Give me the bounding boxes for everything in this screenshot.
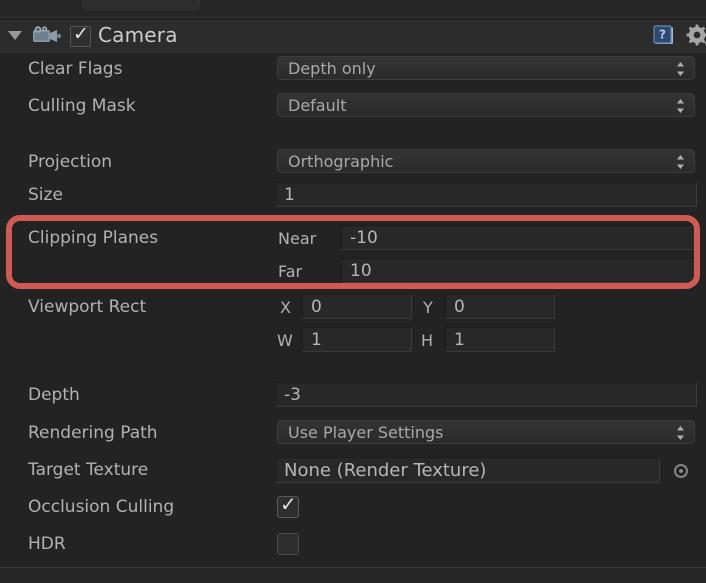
label-depth: Depth [28,385,80,405]
panel-top-strip [0,0,706,17]
object-picker-icon[interactable] [673,463,689,479]
row-size: Size 1 [0,182,706,208]
label-hdr: HDR [28,534,66,554]
clipping-far-value: 10 [350,261,372,281]
clipping-near-input[interactable]: -10 [341,225,697,250]
help-book-icon[interactable]: ? [652,24,676,48]
label-viewport-w: W [277,331,293,350]
label-clipping-planes: Clipping Planes [28,228,159,248]
viewport-y-value: 0 [454,297,465,317]
panel-bottom-strip [0,568,706,583]
row-clipping-planes-far: Far 10 [0,258,706,285]
label-near: Near [278,229,317,248]
label-size: Size [28,185,63,205]
top-divider [0,17,706,19]
row-culling-mask: Culling Mask Default [0,93,706,119]
clear-flags-dropdown[interactable]: Depth only [277,56,695,80]
size-input[interactable]: 1 [275,182,697,207]
chevron-updown-icon [677,99,684,113]
svg-text:?: ? [659,28,666,42]
row-hdr: HDR [0,533,706,557]
chevron-updown-icon [677,155,684,169]
label-viewport-h: H [421,331,434,350]
label-target-texture: Target Texture [28,460,149,480]
row-target-texture: Target Texture None (Render Texture) [0,457,706,485]
viewport-w-value: 1 [311,330,322,350]
row-occlusion-culling: Occlusion Culling ✓ [0,492,706,520]
rendering-path-value: Use Player Settings [288,423,444,442]
viewport-x-value: 0 [311,297,322,317]
target-texture-value: None (Render Texture) [284,460,487,481]
culling-mask-value: Default [288,96,347,115]
checkmark-icon: ✓ [280,492,297,516]
hdr-checkbox[interactable] [277,533,299,555]
row-viewport-rect-wh: W 1 H 1 [0,327,706,354]
target-texture-objectfield[interactable]: None (Render Texture) [275,457,660,483]
chevron-updown-icon [677,426,684,440]
row-clipping-planes-near: Clipping Planes Near -10 [0,225,706,252]
projection-value: Orthographic [288,152,394,171]
label-far: Far [278,262,303,281]
camera-icon [32,26,62,46]
rendering-path-dropdown[interactable]: Use Player Settings [277,420,695,444]
label-occlusion-culling: Occlusion Culling [28,497,175,517]
size-value: 1 [284,185,295,205]
viewport-h-input[interactable]: 1 [445,327,555,352]
clear-flags-value: Depth only [288,59,376,78]
viewport-w-input[interactable]: 1 [302,327,412,352]
checkmark-icon: ✓ [73,23,89,45]
label-projection: Projection [28,152,113,172]
label-clear-flags: Clear Flags [28,59,123,79]
projection-dropdown[interactable]: Orthographic [277,149,695,173]
clipping-far-input[interactable]: 10 [341,258,697,283]
gear-dropdown-icon[interactable] [686,24,706,50]
depth-input[interactable]: -3 [275,382,697,407]
camera-enabled-checkbox[interactable]: ✓ [70,23,91,47]
component-title: Camera [98,23,178,47]
culling-mask-dropdown[interactable]: Default [277,93,695,117]
label-culling-mask: Culling Mask [28,96,136,116]
row-viewport-rect-xy: Viewport Rect X 0 Y 0 [0,294,706,321]
clipping-near-value: -10 [350,228,378,248]
partial-tab-above[interactable] [82,0,200,10]
label-viewport-rect: Viewport Rect [28,297,147,317]
occlusion-culling-checkbox[interactable]: ✓ [277,492,299,518]
label-viewport-y: Y [423,298,433,317]
viewport-h-value: 1 [454,330,465,350]
triangle-down-icon[interactable] [8,31,22,40]
label-rendering-path: Rendering Path [28,423,158,443]
depth-value: -3 [284,385,301,405]
row-depth: Depth -3 [0,382,706,409]
row-rendering-path: Rendering Path Use Player Settings [0,420,706,446]
chevron-updown-icon [677,62,684,76]
label-viewport-x: X [280,298,291,317]
viewport-x-input[interactable]: 0 [302,294,412,319]
unity-inspector-panel: ✓ Camera ? Clear Flags Depth only Cullin… [0,0,706,583]
row-clear-flags: Clear Flags Depth only [0,56,706,82]
viewport-y-input[interactable]: 0 [445,294,555,319]
row-projection: Projection Orthographic [0,149,706,175]
